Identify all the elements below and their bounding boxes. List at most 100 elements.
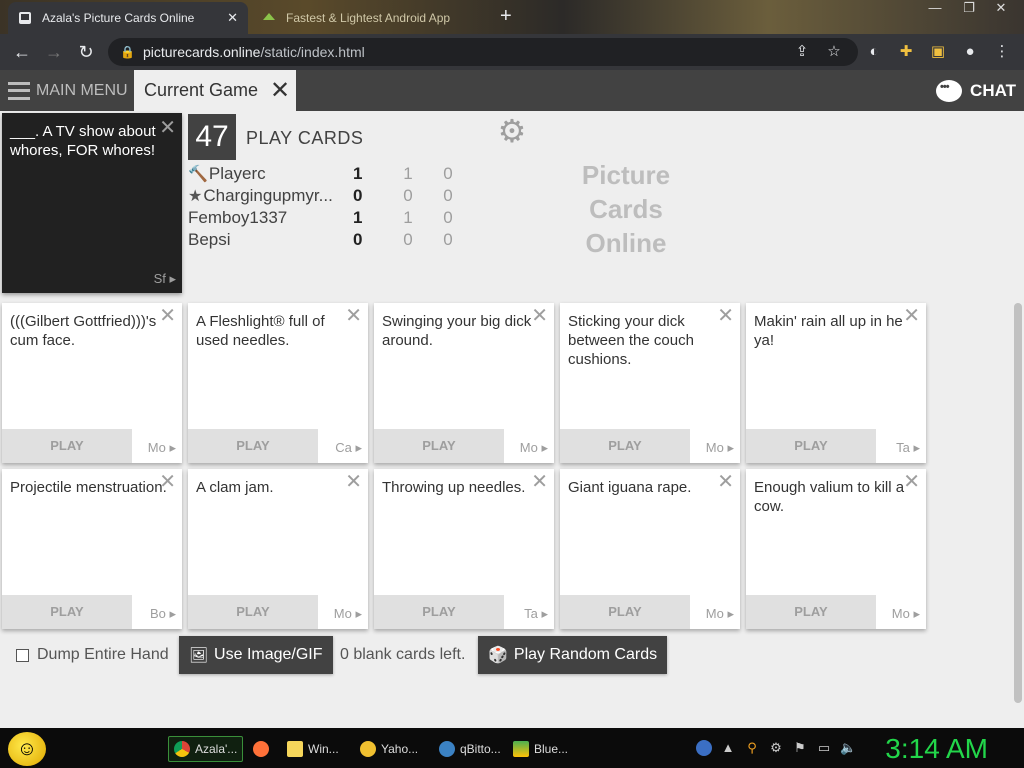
- play-random-button[interactable]: 🎲 Play Random Cards: [478, 636, 668, 674]
- start-button-smiley-icon[interactable]: ☺: [8, 732, 46, 766]
- white-card: Swinging your big dick around. ✕ PLAY Mo …: [374, 303, 554, 463]
- close-window-icon[interactable]: ✕: [984, 0, 1018, 18]
- task-windows-explorer[interactable]: Win...: [282, 736, 344, 762]
- forward-icon[interactable]: →: [38, 36, 70, 68]
- close-icon[interactable]: ✕: [903, 306, 920, 326]
- player-row: 🔨 Playerc 1 1 0: [188, 164, 453, 183]
- play-button[interactable]: PLAY: [2, 595, 132, 629]
- play-button[interactable]: PLAY: [746, 595, 876, 629]
- play-button[interactable]: PLAY: [374, 429, 504, 463]
- profile-avatar-icon[interactable]: ●: [960, 42, 980, 62]
- close-icon[interactable]: ✕: [717, 306, 734, 326]
- image-icon: 🖼: [189, 647, 209, 664]
- player-row: Bepsi 0 0 0: [188, 230, 453, 249]
- volume-icon[interactable]: 🔈: [840, 740, 856, 756]
- white-card: A Fleshlight® full of used needles. ✕ PLA…: [188, 303, 368, 463]
- close-icon[interactable]: ✕: [345, 306, 362, 326]
- card-source: Mo ▸: [705, 440, 734, 455]
- close-icon[interactable]: ✕: [345, 472, 362, 492]
- black-card-source: Sf ▸: [153, 271, 176, 286]
- close-icon[interactable]: ✕: [717, 472, 734, 492]
- bluestacks-icon: [513, 741, 529, 757]
- page-content: MAIN MENU Current Game ✕ CHAT ___. A TV …: [0, 70, 1024, 728]
- play-button[interactable]: PLAY: [746, 429, 876, 463]
- play-button[interactable]: PLAY: [188, 595, 318, 629]
- bookmark-star-icon[interactable]: ☆: [824, 42, 844, 62]
- task-yahoo[interactable]: Yaho...: [355, 736, 423, 762]
- vpn-extension-icon[interactable]: ◐: [864, 42, 884, 62]
- flag-tray-icon[interactable]: ⚑: [792, 740, 808, 756]
- close-icon[interactable]: ✕: [159, 472, 176, 492]
- card-source: Mo ▸: [147, 440, 176, 455]
- close-icon[interactable]: ✕: [159, 306, 176, 326]
- side-panel-icon[interactable]: ▣: [928, 42, 948, 62]
- browser-tab-strip: Azala's Picture Cards Online ✕ Fastest &…: [0, 0, 1024, 34]
- card-source: Ta ▸: [896, 440, 920, 455]
- qbittorrent-icon: [439, 741, 455, 757]
- close-game-icon[interactable]: ✕: [270, 76, 290, 105]
- dump-hand-checkbox[interactable]: Dump Entire Hand: [16, 646, 169, 664]
- url-path: /static/index.html: [260, 44, 365, 60]
- gear-icon[interactable]: ⚙: [495, 114, 529, 148]
- extensions-puzzle-icon[interactable]: ✚: [896, 42, 916, 62]
- browser-tab-title: Azala's Picture Cards Online: [42, 11, 195, 25]
- chrome-icon: [174, 741, 190, 757]
- dump-hand-label: Dump Entire Hand: [37, 646, 169, 663]
- search-tray-icon[interactable]: ⚲: [744, 740, 760, 756]
- use-image-button[interactable]: 🖼 Use Image/GIF: [179, 636, 333, 674]
- white-card: Sticking your dick between the couch cus…: [560, 303, 740, 463]
- monitor-tray-icon[interactable]: ▭: [816, 740, 832, 756]
- restore-icon[interactable]: ❐: [952, 0, 986, 18]
- play-button[interactable]: PLAY: [560, 595, 690, 629]
- address-bar[interactable]: 🔒 picturecards.online/static/index.html: [108, 38, 858, 66]
- close-icon[interactable]: ✕: [531, 472, 548, 492]
- page-scrollbar[interactable]: [1014, 303, 1022, 703]
- chat-bubble-icon: [936, 79, 963, 102]
- main-menu-button[interactable]: MAIN MENU: [0, 70, 132, 111]
- cards-count: 47: [188, 114, 236, 160]
- tab-current-game[interactable]: Current Game ✕: [134, 70, 296, 111]
- firefox-icon: [253, 741, 269, 757]
- browser-tab-active[interactable]: Azala's Picture Cards Online ✕: [8, 2, 248, 34]
- network-tray-icon[interactable]: ▲: [720, 740, 736, 756]
- main-menu-label: MAIN MENU: [36, 81, 128, 99]
- player-row: Femboy1337 1 1 0: [188, 208, 453, 227]
- close-icon[interactable]: ✕: [903, 472, 920, 492]
- taskbar-clock: 3:14 AM: [885, 733, 988, 764]
- star-icon: ★: [188, 188, 203, 205]
- chat-label: CHAT: [970, 80, 1016, 100]
- gear-tray-icon[interactable]: ⚙: [768, 740, 784, 756]
- checkbox-box[interactable]: [16, 648, 29, 662]
- reload-icon[interactable]: ↻: [70, 36, 102, 68]
- white-card: Throwing up needles. ✕ PLAY Ta ▸: [374, 469, 554, 629]
- back-icon[interactable]: ←: [6, 36, 38, 68]
- task-firefox[interactable]: [248, 736, 279, 762]
- close-tab-icon[interactable]: ✕: [227, 10, 238, 26]
- dice-icon: 🎲: [488, 647, 508, 664]
- new-tab-icon[interactable]: +: [500, 5, 512, 28]
- blank-cards-left: 0 blank cards left.: [340, 646, 466, 663]
- browser-tab-inactive[interactable]: Fastest & Lightest Android App: [252, 2, 492, 34]
- folder-icon: [287, 741, 303, 757]
- play-button[interactable]: PLAY: [560, 429, 690, 463]
- play-button[interactable]: PLAY: [188, 429, 318, 463]
- picture-cards-logo: Picture Cards Online: [581, 160, 671, 258]
- close-icon[interactable]: ✕: [531, 306, 548, 326]
- card-source: Mo ▸: [519, 440, 548, 455]
- task-bluestacks[interactable]: Blue...: [508, 736, 573, 762]
- card-source: Mo ▸: [705, 606, 734, 621]
- hamburger-menu-icon: [8, 81, 30, 100]
- card-source: Bo ▸: [149, 606, 176, 621]
- minimize-icon[interactable]: —: [918, 0, 952, 18]
- share-icon[interactable]: ⇪: [792, 42, 812, 62]
- task-chrome[interactable]: Azala'...: [168, 736, 244, 762]
- task-qbittorrent[interactable]: qBitto...: [434, 736, 506, 762]
- close-icon[interactable]: ✕: [159, 118, 176, 138]
- browser-menu-icon[interactable]: ⋮: [992, 42, 1012, 62]
- white-card: Giant iguana rape. ✕ PLAY Mo ▸: [560, 469, 740, 629]
- play-button[interactable]: PLAY: [2, 429, 132, 463]
- qbittorrent-tray-icon[interactable]: [696, 740, 712, 756]
- chat-button[interactable]: CHAT: [936, 70, 1016, 111]
- play-button[interactable]: PLAY: [374, 595, 504, 629]
- gavel-icon: 🔨: [188, 166, 208, 183]
